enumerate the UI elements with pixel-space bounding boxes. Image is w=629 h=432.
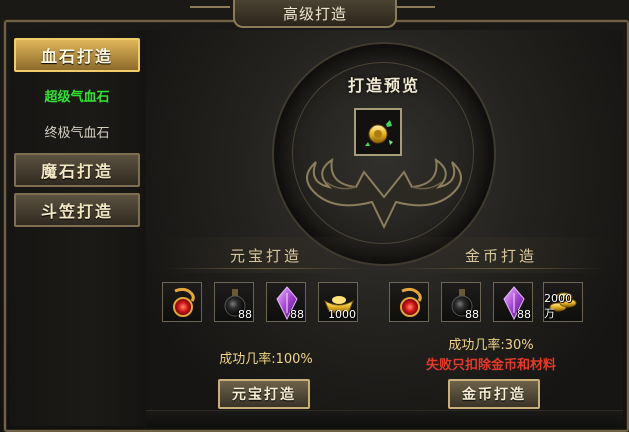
preview-item-slot[interactable] [354, 108, 402, 156]
forge-main-panel: 打造预览 元宝打造 88 88 1000 成功几率:100% 元宝打造 金币打造… [146, 30, 623, 427]
gold-forge-button-label: 金币打造 [462, 387, 526, 403]
yuanbao-header: 元宝打造 [229, 246, 302, 265]
yuanbao-separator [166, 268, 366, 269]
tab-magic-stone-label: 魔石打造 [40, 162, 113, 181]
gold-material-slot-4[interactable]: 2000万 [543, 282, 583, 322]
gold-material-slot-1[interactable] [389, 282, 429, 322]
title-plate: 高级打造 [233, 0, 397, 28]
forge-window: 高级打造 血石打造 超级气血石 终极气血石 魔石打造 斗笠打造 打造预览 元宝打… [0, 0, 629, 432]
red-dragon-gem-icon [400, 287, 422, 317]
subitem-ultimate-blood-stone-label: 终极气血石 [44, 125, 110, 141]
preview-label: 打造预览 [347, 76, 420, 95]
subitem-super-blood-stone[interactable]: 超级气血石 [14, 82, 140, 108]
yuanbao-success-rate: 成功几率:100% [219, 352, 313, 367]
title-wing-right [395, 6, 435, 18]
title-wing-left [190, 6, 230, 18]
yuanbao-material-slot-4[interactable]: 1000 [318, 282, 358, 322]
yuanbao-forge-button-label: 元宝打造 [232, 387, 296, 403]
gold-material-count-4: 2000万 [544, 292, 572, 320]
gold-separator [396, 268, 606, 269]
yuanbao-material-count-4: 1000 [328, 308, 356, 321]
red-dragon-gem-icon [173, 287, 195, 317]
yuanbao-material-count-2: 88 [238, 308, 252, 321]
category-sidebar: 血石打造 超级气血石 终极气血石 魔石打造 斗笠打造 [10, 30, 147, 426]
yuanbao-forge-button[interactable]: 元宝打造 [218, 379, 310, 409]
yuanbao-material-slot-1[interactable] [162, 282, 202, 322]
bottom-band [146, 410, 623, 427]
gold-header: 金币打造 [464, 246, 537, 265]
tab-bamboo-hat-label: 斗笠打造 [40, 202, 113, 221]
subitem-ultimate-blood-stone[interactable]: 终极气血石 [14, 118, 140, 144]
gold-forge-button[interactable]: 金币打造 [448, 379, 540, 409]
tab-blood-stone[interactable]: 血石打造 [14, 38, 140, 72]
gold-material-slot-2[interactable]: 88 [441, 282, 481, 322]
yuanbao-material-slot-3[interactable]: 88 [266, 282, 306, 322]
yuanbao-material-count-3: 88 [290, 308, 304, 321]
gold-material-slot-3[interactable]: 88 [493, 282, 533, 322]
gold-success-rate: 成功几率:30% [448, 338, 534, 353]
gold-material-count-3: 88 [517, 308, 531, 321]
golden-pendant-icon [365, 120, 393, 146]
tab-blood-stone-label: 血石打造 [40, 47, 113, 66]
window-title: 高级打造 [282, 4, 347, 23]
subitem-super-blood-stone-label: 超级气血石 [44, 89, 110, 105]
tab-bamboo-hat[interactable]: 斗笠打造 [14, 193, 140, 227]
gold-failure-warning: 失败只扣除金币和材料 [425, 358, 556, 373]
yuanbao-material-slot-2[interactable]: 88 [214, 282, 254, 322]
tab-magic-stone[interactable]: 魔石打造 [14, 153, 140, 187]
gold-material-count-2: 88 [465, 308, 479, 321]
